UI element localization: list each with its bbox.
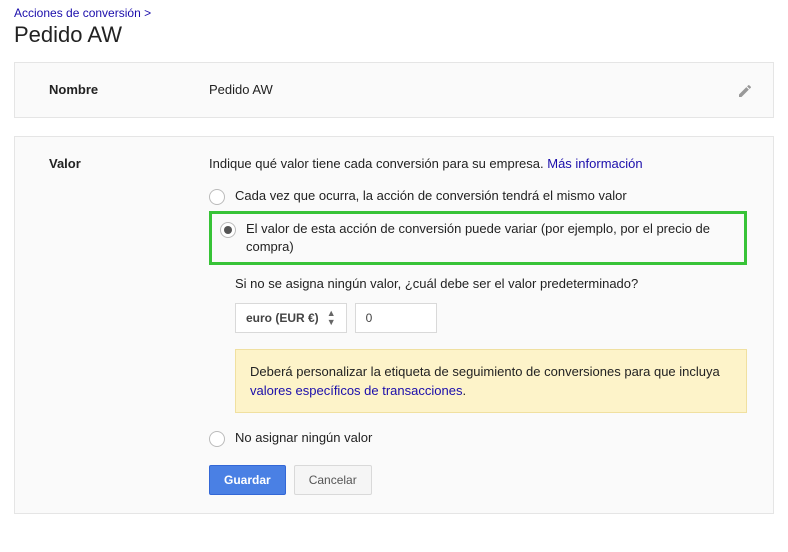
radio-icon[interactable] [209,431,225,447]
radio-option-vary[interactable]: El valor de esta acción de conversión pu… [220,220,736,256]
value-intro: Indique qué valor tiene cada conversión … [209,155,747,173]
radio-option-same-label: Cada vez que ocurra, la acción de conver… [235,187,627,205]
breadcrumb-link[interactable]: Acciones de conversión [14,6,141,20]
breadcrumb-sep: > [144,6,151,20]
alert-text-post: . [462,383,466,398]
transaction-values-link[interactable]: valores específicos de transacciones [250,383,462,398]
tag-customize-alert: Deberá personalizar la etiqueta de segui… [235,349,747,413]
value-panel: Valor Indique qué valor tiene cada conve… [14,136,774,514]
breadcrumb: Acciones de conversión > [14,6,774,20]
highlighted-option: El valor de esta acción de conversión pu… [209,211,747,265]
name-panel: Nombre Pedido AW [14,62,774,118]
name-value: Pedido AW [209,81,747,99]
cancel-button[interactable]: Cancelar [294,465,372,495]
radio-option-same[interactable]: Cada vez que ocurra, la acción de conver… [209,187,747,205]
radio-icon[interactable] [220,222,236,238]
currency-select[interactable]: euro (EUR €) ▲▼ [235,303,347,333]
radio-option-none[interactable]: No asignar ningún valor [209,429,747,447]
radio-option-vary-label: El valor de esta acción de conversión pu… [246,220,736,256]
updown-icon: ▲▼ [327,309,336,327]
save-button[interactable]: Guardar [209,465,286,495]
name-label: Nombre [49,81,209,99]
default-value-prompt: Si no se asigna ningún valor, ¿cuál debe… [235,275,747,293]
radio-icon[interactable] [209,189,225,205]
page-title: Pedido AW [14,22,774,48]
intro-text: Indique qué valor tiene cada conversión … [209,156,544,171]
alert-text-pre: Deberá personalizar la etiqueta de segui… [250,364,720,379]
pencil-icon[interactable] [737,83,753,99]
more-info-link[interactable]: Más información [547,156,642,171]
default-amount-value: 0 [366,305,373,331]
value-label: Valor [49,155,209,495]
currency-select-label: euro (EUR €) [246,305,319,331]
radio-option-none-label: No asignar ningún valor [235,429,372,447]
default-amount-input[interactable]: 0 [355,303,437,333]
